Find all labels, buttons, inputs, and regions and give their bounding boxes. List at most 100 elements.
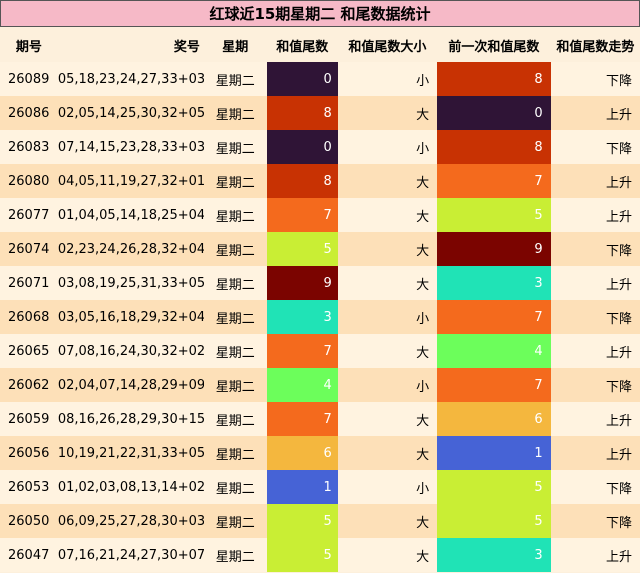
cell-weekday: 星期二 xyxy=(203,266,267,300)
cell-numbers: 07,14,15,23,28,33+03 xyxy=(57,130,204,164)
cell-trend: 上升 xyxy=(550,198,640,232)
header-weekday: 星期 xyxy=(203,28,267,62)
cell-trend: 上升 xyxy=(550,538,640,572)
cell-prev-tail: 4 xyxy=(437,334,551,368)
cell-weekday: 星期二 xyxy=(203,232,267,266)
cell-size: 大 xyxy=(337,436,438,470)
table-row: 26074 02,23,24,26,28,32+04 星期二 5 大 9 下降 xyxy=(0,232,640,266)
cell-sum-tail: 7 xyxy=(266,334,338,368)
cell-numbers: 01,02,03,08,13,14+02 xyxy=(57,470,204,504)
cell-period: 26065 xyxy=(0,334,58,368)
cell-numbers: 07,08,16,24,30,32+02 xyxy=(57,334,204,368)
cell-period: 26089 xyxy=(0,62,58,96)
cell-weekday: 星期二 xyxy=(203,368,267,402)
stats-panel: 红球近15期星期二 和尾数据统计 期号 奖号 星期 和值尾数 和值尾数大小 前一… xyxy=(0,0,640,573)
cell-numbers: 03,08,19,25,31,33+05 xyxy=(57,266,204,300)
header-numbers: 奖号 xyxy=(57,28,204,62)
cell-period: 26053 xyxy=(0,470,58,504)
table-row: 26071 03,08,19,25,31,33+05 星期二 9 大 3 上升 xyxy=(0,266,640,300)
cell-period: 26077 xyxy=(0,198,58,232)
cell-prev-tail: 5 xyxy=(437,504,551,538)
table-row: 26086 02,05,14,25,30,32+05 星期二 8 大 0 上升 xyxy=(0,96,640,130)
cell-weekday: 星期二 xyxy=(203,334,267,368)
cell-size: 大 xyxy=(337,538,438,572)
cell-prev-tail: 7 xyxy=(437,164,551,198)
cell-trend: 下降 xyxy=(550,368,640,402)
header-period: 期号 xyxy=(0,28,58,62)
cell-prev-tail: 5 xyxy=(437,470,551,504)
cell-trend: 上升 xyxy=(550,402,640,436)
cell-size: 大 xyxy=(337,164,438,198)
table-row: 26083 07,14,15,23,28,33+03 星期二 0 小 8 下降 xyxy=(0,130,640,164)
cell-trend: 下降 xyxy=(550,504,640,538)
header-sum-tail: 和值尾数 xyxy=(266,28,338,62)
cell-prev-tail: 9 xyxy=(437,232,551,266)
cell-weekday: 星期二 xyxy=(203,504,267,538)
cell-period: 26083 xyxy=(0,130,58,164)
cell-trend: 下降 xyxy=(550,470,640,504)
cell-weekday: 星期二 xyxy=(203,436,267,470)
cell-prev-tail: 3 xyxy=(437,538,551,572)
cell-sum-tail: 9 xyxy=(266,266,338,300)
table-row: 26053 01,02,03,08,13,14+02 星期二 1 小 5 下降 xyxy=(0,470,640,504)
cell-sum-tail: 1 xyxy=(266,470,338,504)
cell-size: 大 xyxy=(337,402,438,436)
cell-prev-tail: 0 xyxy=(437,96,551,130)
cell-size: 小 xyxy=(337,470,438,504)
cell-numbers: 05,18,23,24,27,33+03 xyxy=(57,62,204,96)
cell-prev-tail: 1 xyxy=(437,436,551,470)
cell-sum-tail: 5 xyxy=(266,504,338,538)
cell-numbers: 08,16,26,28,29,30+15 xyxy=(57,402,204,436)
cell-sum-tail: 5 xyxy=(266,232,338,266)
cell-period: 26086 xyxy=(0,96,58,130)
cell-prev-tail: 6 xyxy=(437,402,551,436)
cell-size: 小 xyxy=(337,368,438,402)
cell-sum-tail: 4 xyxy=(266,368,338,402)
cell-sum-tail: 7 xyxy=(266,198,338,232)
cell-numbers: 07,16,21,24,27,30+07 xyxy=(57,538,204,572)
table-row: 26077 01,04,05,14,18,25+04 星期二 7 大 5 上升 xyxy=(0,198,640,232)
cell-prev-tail: 5 xyxy=(437,198,551,232)
cell-prev-tail: 7 xyxy=(437,300,551,334)
cell-weekday: 星期二 xyxy=(203,96,267,130)
cell-numbers: 02,23,24,26,28,32+04 xyxy=(57,232,204,266)
header-row: 期号 奖号 星期 和值尾数 和值尾数大小 前一次和值尾数 和值尾数走势 xyxy=(0,28,640,62)
cell-sum-tail: 8 xyxy=(266,96,338,130)
cell-trend: 下降 xyxy=(550,62,640,96)
cell-size: 大 xyxy=(337,198,438,232)
cell-weekday: 星期二 xyxy=(203,198,267,232)
cell-period: 26059 xyxy=(0,402,58,436)
cell-trend: 上升 xyxy=(550,436,640,470)
cell-numbers: 10,19,21,22,31,33+05 xyxy=(57,436,204,470)
header-trend: 和值尾数走势 xyxy=(550,28,640,62)
cell-trend: 上升 xyxy=(550,266,640,300)
cell-weekday: 星期二 xyxy=(203,300,267,334)
cell-period: 26071 xyxy=(0,266,58,300)
cell-weekday: 星期二 xyxy=(203,470,267,504)
cell-period: 26080 xyxy=(0,164,58,198)
cell-period: 26056 xyxy=(0,436,58,470)
cell-size: 小 xyxy=(337,130,438,164)
cell-size: 大 xyxy=(337,266,438,300)
cell-prev-tail: 8 xyxy=(437,130,551,164)
cell-weekday: 星期二 xyxy=(203,402,267,436)
cell-trend: 下降 xyxy=(550,232,640,266)
cell-prev-tail: 8 xyxy=(437,62,551,96)
table-row: 26062 02,04,07,14,28,29+09 星期二 4 小 7 下降 xyxy=(0,368,640,402)
cell-weekday: 星期二 xyxy=(203,164,267,198)
cell-prev-tail: 3 xyxy=(437,266,551,300)
cell-trend: 上升 xyxy=(550,96,640,130)
cell-period: 26068 xyxy=(0,300,58,334)
cell-size: 小 xyxy=(337,300,438,334)
stats-table: 期号 奖号 星期 和值尾数 和值尾数大小 前一次和值尾数 和值尾数走势 2608… xyxy=(0,28,640,572)
cell-sum-tail: 5 xyxy=(266,538,338,572)
table-row: 26089 05,18,23,24,27,33+03 星期二 0 小 8 下降 xyxy=(0,62,640,96)
table-title: 红球近15期星期二 和尾数据统计 xyxy=(0,0,640,27)
cell-sum-tail: 0 xyxy=(266,62,338,96)
cell-trend: 下降 xyxy=(550,130,640,164)
cell-size: 大 xyxy=(337,504,438,538)
cell-trend: 上升 xyxy=(550,334,640,368)
cell-size: 大 xyxy=(337,232,438,266)
cell-period: 26074 xyxy=(0,232,58,266)
cell-period: 26062 xyxy=(0,368,58,402)
